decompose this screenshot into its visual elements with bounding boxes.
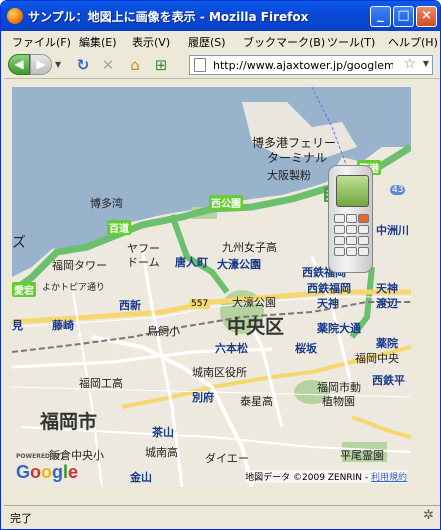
close-button[interactable]: ×	[416, 6, 437, 27]
label-ohori-koen-top: 大濠公園	[217, 258, 261, 271]
calculator-key	[358, 236, 369, 245]
label-hyakudo: 百道	[107, 220, 131, 235]
status-bar: 完了 ✲	[4, 505, 440, 528]
calculator-key	[358, 225, 369, 234]
calculator-key	[334, 236, 345, 245]
home-icon[interactable]: ⌂	[126, 56, 144, 74]
addon-status-icon[interactable]: ✲	[423, 508, 434, 523]
map-view[interactable]: 博多港フェリー ターミナル 大阪製粉 博多湾 百道 西公園 築港 愛宕 ヤフー …	[12, 87, 411, 487]
calculator-key	[358, 247, 369, 256]
menu-edit[interactable]: 編集(E)	[79, 34, 117, 50]
page-icon	[194, 58, 206, 72]
history-dropdown-icon[interactable]: ▼	[55, 54, 65, 75]
calculator-key	[346, 236, 357, 245]
label-nishijin: 西新	[119, 299, 141, 312]
label-jonan-high: 城南高	[145, 446, 178, 459]
calculator-key	[346, 214, 357, 223]
menu-bookmarks[interactable]: ブックマーク(B)	[243, 34, 325, 50]
bookmark-star-icon[interactable]: ☆	[403, 56, 416, 72]
status-text: 完了	[10, 512, 32, 525]
calculator-key	[334, 247, 345, 256]
label-yakuin-r: 薬院	[376, 337, 398, 350]
label-nishi-koen: 西公園	[209, 195, 243, 210]
label-fukuoka-city: 福岡市	[40, 411, 98, 433]
label-ohori-koen: 大濠公園	[232, 296, 276, 309]
label-fukuoka-chuo: 福岡中央	[355, 352, 399, 365]
label-sakurazaka: 桜坂	[295, 342, 317, 355]
back-button[interactable]: ◀	[8, 54, 30, 75]
label-kyushu-joshi: 九州女子高	[222, 241, 277, 254]
label-watanabe: 渡辺	[376, 297, 398, 310]
label-tenjin-r: 天神	[376, 282, 398, 295]
label-fukuoka-kodai: 福岡工高	[79, 377, 123, 390]
google-logo[interactable]: Google	[16, 462, 78, 483]
label-tenjin: 天神	[317, 297, 339, 310]
calculator-key	[334, 225, 345, 234]
label-daiei: ダイエー	[205, 452, 249, 465]
label-nishitetsu-r: 西鉄平	[372, 374, 405, 387]
label-yokatopia: よかトピア通り	[42, 283, 106, 293]
menu-help[interactable]: ヘルプ(H)	[388, 34, 438, 50]
reload-icon[interactable]: ↻	[74, 56, 92, 74]
maximize-button[interactable]: □	[393, 6, 414, 27]
terms-link[interactable]: 利用規約	[371, 473, 407, 483]
label-ze: ズ	[12, 235, 26, 251]
calculator-key	[358, 214, 369, 223]
label-osaka-seifun: 大阪製粉	[267, 169, 311, 182]
url-dropdown-icon[interactable]: ▼	[423, 59, 429, 68]
firefox-icon	[7, 8, 23, 24]
label-fukuoka-tower: 福岡タワー	[52, 259, 107, 272]
label-route-557: 557	[189, 299, 211, 309]
addon-icon[interactable]: ⊞	[152, 56, 170, 74]
copyright-text: 地図データ ©2009 ZENRIN -	[245, 473, 371, 483]
label-jonan-ward: 城南区役所	[192, 366, 247, 379]
calculator-screen	[336, 175, 369, 207]
menu-tools[interactable]: ツール(T)	[327, 34, 375, 50]
label-chayama: 茶山	[152, 426, 174, 439]
label-mi: 見	[12, 319, 23, 332]
label-yakuin-odori: 薬院大通	[317, 322, 361, 335]
label-dome: ドーム	[127, 256, 160, 269]
address-bar[interactable]: http://www.ajaxtower.jp/googlemap ☆ ▼	[189, 55, 433, 75]
menu-view[interactable]: 表示(V)	[132, 34, 170, 50]
label-tojinmachi: 唐人町	[175, 256, 208, 269]
label-atago: 愛宕	[12, 282, 36, 297]
browser-window: サンプル：地図上に画像を表示 - Mozilla Firefox _ □ × フ…	[0, 0, 441, 530]
label-beppu: 別府	[192, 391, 214, 404]
label-chuo-ku: 中央区	[227, 316, 285, 338]
forward-button[interactable]: ▶	[30, 54, 52, 75]
stop-icon[interactable]: ✕	[99, 56, 117, 74]
label-torikai: 鳥飼小	[147, 325, 180, 338]
calculator-key	[346, 247, 357, 256]
title-bar[interactable]: サンプル：地図上に画像を表示 - Mozilla Firefox _ □ ×	[1, 1, 440, 31]
menu-bar: ファイル(F) 編集(E) 表示(V) 履歴(S) ブックマーク(B) ツール(…	[4, 32, 440, 52]
map-copyright: 地図データ ©2009 ZENRIN - 利用規約	[245, 470, 407, 483]
url-text[interactable]: http://www.ajaxtower.jp/googlemap	[213, 59, 393, 72]
label-nishitetsu-fukuoka-2: 西鉄福岡	[307, 282, 351, 295]
calculator-image-overlay[interactable]	[328, 165, 373, 273]
label-route-43: 43	[390, 185, 406, 195]
calculator-key	[346, 225, 357, 234]
label-taiseikou: 泰星高	[240, 395, 273, 408]
minimize-button[interactable]: _	[370, 6, 391, 27]
label-fujisaki: 藤崎	[52, 319, 74, 332]
window-title: サンプル：地図上に画像を表示 - Mozilla Firefox	[28, 10, 309, 24]
menu-history[interactable]: 履歴(S)	[188, 34, 226, 50]
navigation-toolbar: ◀ ▶ ▼ ↻ ✕ ⌂ ⊞ http://www.ajaxtower.jp/go…	[4, 52, 440, 79]
label-hakata-bay: 博多湾	[90, 197, 123, 210]
label-botanical: 植物園	[322, 395, 355, 408]
calculator-key	[334, 214, 345, 223]
label-nakasu: 中洲川	[376, 224, 409, 237]
label-hirao: 平尾霊園	[340, 449, 384, 462]
powered-by-text: POWERED BY	[16, 453, 61, 460]
label-rokuhonmatsu: 六本松	[215, 342, 248, 355]
label-kanayama: 金山	[130, 471, 152, 484]
label-terminal: ターミナル	[267, 151, 328, 165]
menu-file[interactable]: ファイル(F)	[12, 34, 71, 50]
